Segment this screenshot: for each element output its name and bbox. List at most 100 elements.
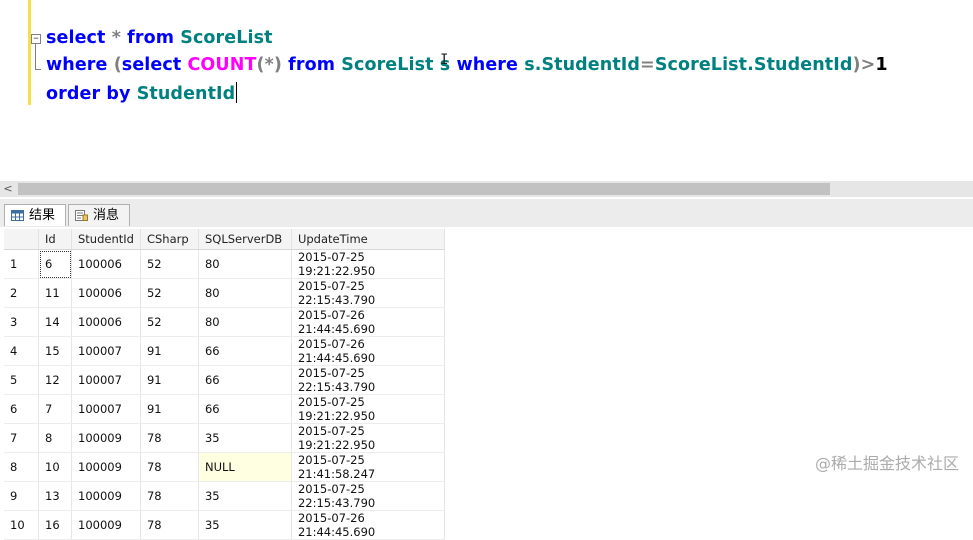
results-tabstrip: 结果 消息 <box>0 199 973 227</box>
cell-id[interactable]: 12 <box>38 365 72 395</box>
cell-id[interactable]: 7 <box>38 394 72 424</box>
cell-updatetime[interactable]: 2015-07-26 21:44:45.690 <box>291 510 445 540</box>
identifier: ScoreList.StudentId <box>654 55 853 75</box>
cell-studentid[interactable]: 100009 <box>71 510 141 540</box>
column-header-csharp[interactable]: CSharp <box>140 229 199 250</box>
row-number[interactable]: 7 <box>4 423 39 453</box>
tab-messages-label: 消息 <box>93 208 120 223</box>
cell-csharp[interactable]: 78 <box>140 452 199 482</box>
cell-csharp[interactable]: 78 <box>140 481 199 511</box>
column-header-sqlserverdb[interactable]: SQLServerDB <box>198 229 292 250</box>
cell-sqlserverdb-null[interactable]: NULL <box>198 452 292 482</box>
cell-sqlserverdb[interactable]: 80 <box>198 307 292 337</box>
cell-id[interactable]: 14 <box>38 307 72 337</box>
column-header-updatetime[interactable]: UpdateTime <box>291 229 445 250</box>
row-number[interactable]: 1 <box>4 249 39 279</box>
tab-messages[interactable]: 消息 <box>68 204 130 226</box>
cell-updatetime[interactable]: 2015-07-25 22:15:43.790 <box>291 365 445 395</box>
row-number[interactable]: 3 <box>4 307 39 337</box>
cell-sqlserverdb[interactable]: 35 <box>198 481 292 511</box>
cell-id[interactable]: 15 <box>38 336 72 366</box>
collapse-outline-icon[interactable]: − <box>31 34 41 44</box>
row-number[interactable]: 5 <box>4 365 39 395</box>
code-line-1[interactable]: select * from ScoreList <box>46 28 273 48</box>
cell-sqlserverdb[interactable]: 66 <box>198 365 292 395</box>
identifier: ScoreList <box>174 28 273 48</box>
messages-icon <box>75 210 88 221</box>
results-grid[interactable]: Id StudentId CSharp SQLServerDB UpdateTi… <box>4 229 445 540</box>
keyword: where <box>450 55 518 75</box>
code-line-3[interactable]: order by StudentId <box>46 82 238 104</box>
row-number[interactable]: 6 <box>4 394 39 424</box>
cell-id[interactable]: 8 <box>38 423 72 453</box>
row-number[interactable]: 4 <box>4 336 39 366</box>
cell-id[interactable]: 13 <box>38 481 72 511</box>
tab-results[interactable]: 结果 <box>4 204 66 226</box>
cell-sqlserverdb[interactable]: 66 <box>198 336 292 366</box>
identifier: s.StudentId <box>518 55 641 75</box>
cell-csharp[interactable]: 78 <box>140 423 199 453</box>
cell-updatetime[interactable]: 2015-07-25 22:15:43.790 <box>291 278 445 308</box>
operator: * <box>105 28 128 48</box>
table-row[interactable]: 4 15 100007 91 66 2015-07-26 21:44:45.69… <box>4 336 445 366</box>
scrollbar-thumb[interactable] <box>18 183 830 195</box>
table-row[interactable]: 10 16 100009 78 35 2015-07-26 21:44:45.6… <box>4 510 445 540</box>
table-row[interactable]: 6 7 100007 91 66 2015-07-25 19:21:22.950 <box>4 394 445 424</box>
cell-id[interactable]: 11 <box>38 278 72 308</box>
cell-csharp[interactable]: 52 <box>140 307 199 337</box>
cell-id[interactable]: 6 <box>38 249 72 279</box>
cell-id[interactable]: 16 <box>38 510 72 540</box>
cell-studentid[interactable]: 100007 <box>71 394 141 424</box>
table-row[interactable]: 8 10 100009 78 NULL 2015-07-25 21:41:58.… <box>4 452 445 482</box>
cell-studentid[interactable]: 100006 <box>71 307 141 337</box>
row-number[interactable]: 10 <box>4 510 39 540</box>
cell-sqlserverdb[interactable]: 80 <box>198 278 292 308</box>
cell-updatetime[interactable]: 2015-07-25 19:21:22.950 <box>291 394 445 424</box>
cell-sqlserverdb[interactable]: 66 <box>198 394 292 424</box>
query-editor[interactable]: − select * from ScoreList where (select … <box>0 0 973 181</box>
cell-studentid[interactable]: 100009 <box>71 481 141 511</box>
table-row[interactable]: 5 12 100007 91 66 2015-07-25 22:15:43.79… <box>4 365 445 395</box>
cell-sqlserverdb[interactable]: 35 <box>198 423 292 453</box>
cell-csharp[interactable]: 91 <box>140 365 199 395</box>
cell-csharp[interactable]: 91 <box>140 394 199 424</box>
cell-csharp[interactable]: 78 <box>140 510 199 540</box>
cell-updatetime[interactable]: 2015-07-25 19:21:22.950 <box>291 423 445 453</box>
cell-csharp[interactable]: 52 <box>140 249 199 279</box>
identifier: ScoreList s <box>335 55 451 75</box>
cell-studentid[interactable]: 100006 <box>71 278 141 308</box>
table-row[interactable]: 9 13 100009 78 35 2015-07-25 22:15:43.79… <box>4 481 445 511</box>
cell-studentid[interactable]: 100007 <box>71 365 141 395</box>
column-header-studentid[interactable]: StudentId <box>71 229 141 250</box>
cell-studentid[interactable]: 100007 <box>71 336 141 366</box>
cell-sqlserverdb[interactable]: 80 <box>198 249 292 279</box>
cell-updatetime[interactable]: 2015-07-25 21:41:58.247 <box>291 452 445 482</box>
cell-sqlserverdb[interactable]: 35 <box>198 510 292 540</box>
cell-csharp[interactable]: 91 <box>140 336 199 366</box>
table-row[interactable]: 2 11 100006 52 80 2015-07-25 22:15:43.79… <box>4 278 445 308</box>
row-number[interactable]: 9 <box>4 481 39 511</box>
cell-studentid[interactable]: 100006 <box>71 249 141 279</box>
table-row[interactable]: 1 6 100006 52 80 2015-07-25 19:21:22.950 <box>4 249 445 279</box>
scroll-left-icon[interactable]: < <box>0 181 16 197</box>
column-header-id[interactable]: Id <box>38 229 72 250</box>
cell-studentid[interactable]: 100009 <box>71 452 141 482</box>
cell-studentid[interactable]: 100009 <box>71 423 141 453</box>
keyword: where <box>46 55 108 75</box>
row-number[interactable]: 8 <box>4 452 39 482</box>
column-header-rownum[interactable] <box>4 229 39 250</box>
cell-id[interactable]: 10 <box>38 452 72 482</box>
cell-updatetime[interactable]: 2015-07-26 21:44:45.690 <box>291 307 445 337</box>
keyword: from <box>127 28 175 48</box>
code-line-2[interactable]: where (select COUNT(*) from ScoreList s … <box>46 55 888 75</box>
table-row[interactable]: 7 8 100009 78 35 2015-07-25 19:21:22.950 <box>4 423 445 453</box>
table-row[interactable]: 3 14 100006 52 80 2015-07-26 21:44:45.69… <box>4 307 445 337</box>
cell-csharp[interactable]: 52 <box>140 278 199 308</box>
cell-updatetime[interactable]: 2015-07-26 21:44:45.690 <box>291 336 445 366</box>
results-grid-area: Id StudentId CSharp SQLServerDB UpdateTi… <box>0 227 973 540</box>
horizontal-scrollbar[interactable]: < <box>0 181 973 197</box>
watermark: @稀土掘金技术社区 <box>814 454 959 473</box>
cell-updatetime[interactable]: 2015-07-25 22:15:43.790 <box>291 481 445 511</box>
row-number[interactable]: 2 <box>4 278 39 308</box>
cell-updatetime[interactable]: 2015-07-25 19:21:22.950 <box>291 249 445 279</box>
